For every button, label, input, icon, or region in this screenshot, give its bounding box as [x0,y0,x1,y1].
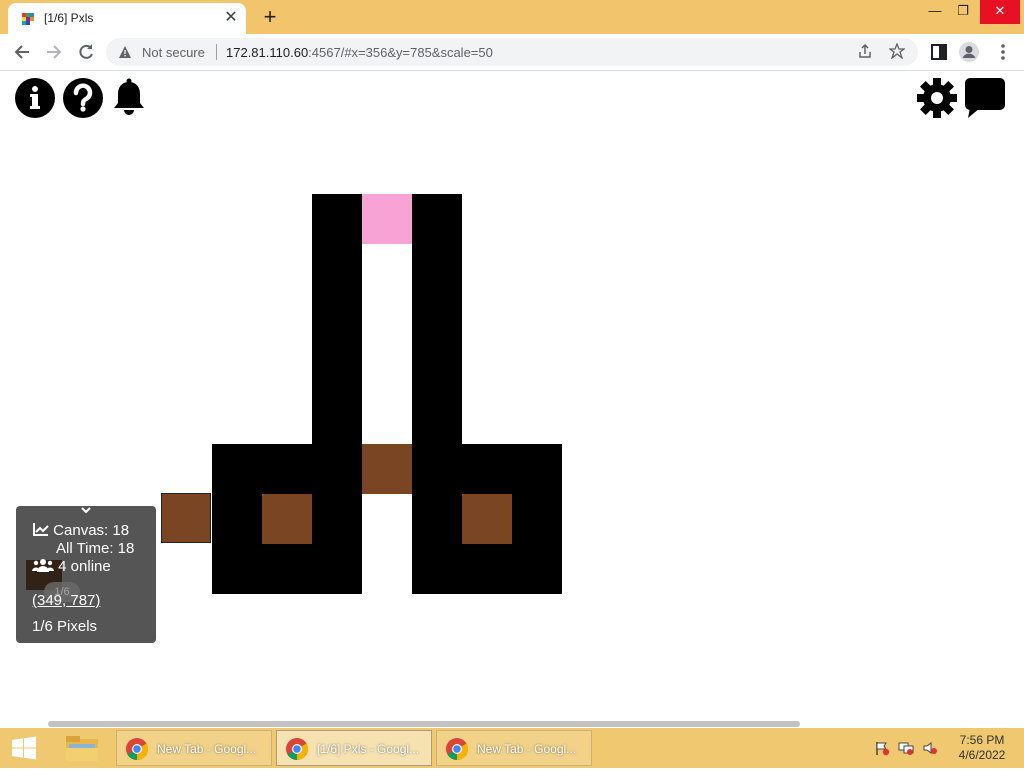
browser-toolbar: Not secure 172.81.110.60:4567/#x=356&y=7… [0,34,1024,71]
pixels-available: 1/6 Pixels [32,618,98,635]
gear-icon [917,78,957,118]
url-path: :4567/#x=356&y=785&scale=50 [308,45,493,60]
reload-button[interactable] [74,40,98,64]
chrome-icon [286,738,308,760]
windows-logo-icon [12,736,36,760]
forward-arrow-icon [47,45,62,59]
browser-tab[interactable]: [1/6] Pxls ✕ [8,3,246,34]
pixel-brown-placement-preview [161,493,211,543]
address-bar[interactable]: Not secure 172.81.110.60:4567/#x=356&y=7… [106,38,918,66]
help-icon [73,83,93,112]
windows-taskbar: New Tab - Googl... [1/6] Pxls - Googl... N… [0,728,1024,768]
chat-button[interactable] [962,75,1008,121]
network-icon[interactable] [898,740,914,756]
tab-close-button[interactable]: ✕ [222,9,240,27]
horizontal-scrollbar[interactable] [0,720,1024,728]
menu-kebab-icon[interactable] [992,41,1014,63]
users-icon [32,559,54,572]
help-button[interactable] [63,78,103,118]
system-clock[interactable]: 7:56 PM 4/6/2022 [950,733,1014,763]
chevron-down-icon[interactable] [79,504,93,516]
scrollbar-thumb[interactable] [48,721,800,727]
taskbar-window-label: New Tab - Googl... [157,742,257,756]
taskbar-window-button[interactable]: New Tab - Googl... [116,730,272,766]
share-icon[interactable] [856,43,874,61]
forward-button[interactable] [42,40,66,64]
pixel-brown [462,494,512,544]
chrome-icon [126,738,148,760]
stats-panel: 1/6 Canvas: 18 All Time: 18 4 online (34… [16,506,156,643]
start-button[interactable] [6,734,42,762]
reload-icon [79,44,93,59]
url-text[interactable]: 172.81.110.60:4567/#x=356&y=785&scale=50 [226,45,493,60]
taskbar-window-button[interactable]: [1/6] Pxls - Googl... [276,730,432,766]
coordinates-link[interactable]: (349, 787) [32,592,100,609]
taskbar-window-button[interactable]: New Tab - Googl... [436,730,592,766]
taskbar-window-label: [1/6] Pxls - Googl... [317,742,420,756]
profile-avatar-icon[interactable] [958,41,980,63]
clock-date: 4/6/2022 [958,748,1006,762]
tab-title: [1/6] Pxls [44,11,94,25]
pixel-brown [362,444,412,494]
volume-muted-icon[interactable] [922,740,938,756]
chrome-icon [446,738,468,760]
action-center-flag-icon[interactable] [874,740,890,756]
bell-icon [114,78,144,115]
tab-strip: [1/6] Pxls ✕ + — ❐ ✕ [0,0,1024,34]
pixel-pink [362,194,412,244]
new-tab-button[interactable]: + [258,5,282,29]
close-window-button[interactable]: ✕ [980,0,1020,24]
omnibox-divider [216,44,217,60]
bookmark-star-icon[interactable] [888,42,906,61]
file-explorer-taskbar[interactable] [60,730,104,766]
pxls-page: 1/6 Canvas: 18 All Time: 18 4 online (34… [0,71,1024,721]
side-panel-icon[interactable] [928,41,950,63]
canvas-count-row: Canvas: 18 [33,522,129,539]
clock-time: 7:56 PM [959,733,1005,747]
canvas-count: Canvas: 18 [53,522,130,539]
taskbar-window-label: New Tab - Googl... [477,742,577,756]
warning-icon[interactable] [118,45,132,59]
pixel-brown [262,494,312,544]
chat-icon [965,78,1005,118]
info-button[interactable] [15,78,55,118]
back-button[interactable] [10,40,34,64]
url-host: 172.81.110.60 [226,45,309,60]
online-count: 4 online [58,558,111,575]
folder-icon [66,736,98,761]
info-icon [30,86,40,109]
chart-icon [33,523,49,536]
security-label[interactable]: Not secure [142,45,205,60]
back-arrow-icon [14,45,29,59]
settings-button[interactable] [916,77,958,119]
notifications-button[interactable] [108,77,150,119]
pxls-favicon-icon [22,13,34,25]
online-row: 4 online [32,558,111,575]
alltime-count: All Time: 18 [56,540,135,557]
restore-button[interactable]: ❐ [946,0,980,24]
